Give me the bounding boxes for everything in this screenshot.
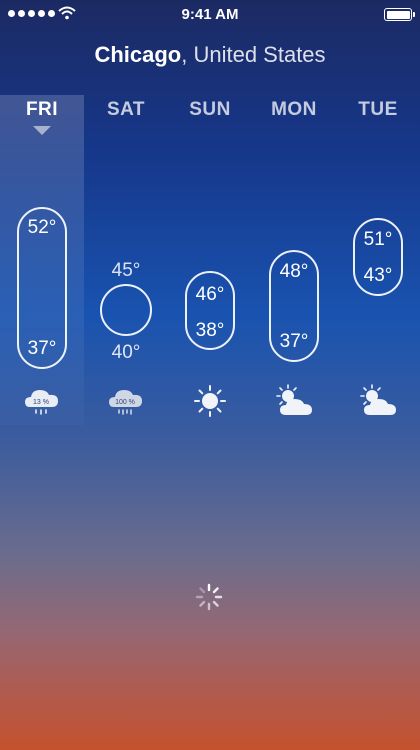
temp-range-pill: [100, 284, 152, 336]
day-label: TUE: [358, 99, 398, 120]
precip-label: 100 %: [115, 399, 135, 406]
day-label: SAT: [106, 99, 146, 120]
rain-cloud-icon: 100 %: [109, 390, 142, 415]
low-temp: 38°: [195, 320, 225, 341]
precip-label: 13 %: [33, 399, 49, 406]
low-temp: 43°: [363, 265, 393, 286]
loading-spinner-icon: [195, 583, 223, 611]
day-label: SUN: [189, 99, 231, 120]
forecast-day-sat[interactable]: SAT 45° 40° 100 %: [84, 0, 168, 750]
high-temp: 51°: [363, 229, 393, 250]
low-temp: 40°: [111, 342, 141, 363]
forecast-day-tue[interactable]: TUE 51° 43°: [336, 0, 420, 750]
high-temp: 45°: [111, 260, 141, 281]
forecast-day-mon[interactable]: MON 48° 37°: [252, 0, 336, 750]
high-temp: 46°: [195, 284, 225, 305]
low-temp: 37°: [279, 331, 309, 352]
forecast-day-fri[interactable]: FRI 52° 37° 13 %: [0, 0, 84, 750]
forecast-day-sun[interactable]: SUN 46° 38°: [168, 0, 252, 750]
sun-icon: [194, 385, 226, 417]
low-temp: 37°: [27, 338, 57, 359]
day-label: FRI: [25, 99, 59, 120]
high-temp: 52°: [27, 217, 57, 238]
high-temp: 48°: [279, 261, 309, 282]
rain-cloud-icon: 13 %: [25, 390, 58, 415]
partly-cloudy-icon: [360, 384, 396, 415]
day-label: MON: [271, 99, 317, 120]
partly-cloudy-icon: [276, 384, 312, 415]
